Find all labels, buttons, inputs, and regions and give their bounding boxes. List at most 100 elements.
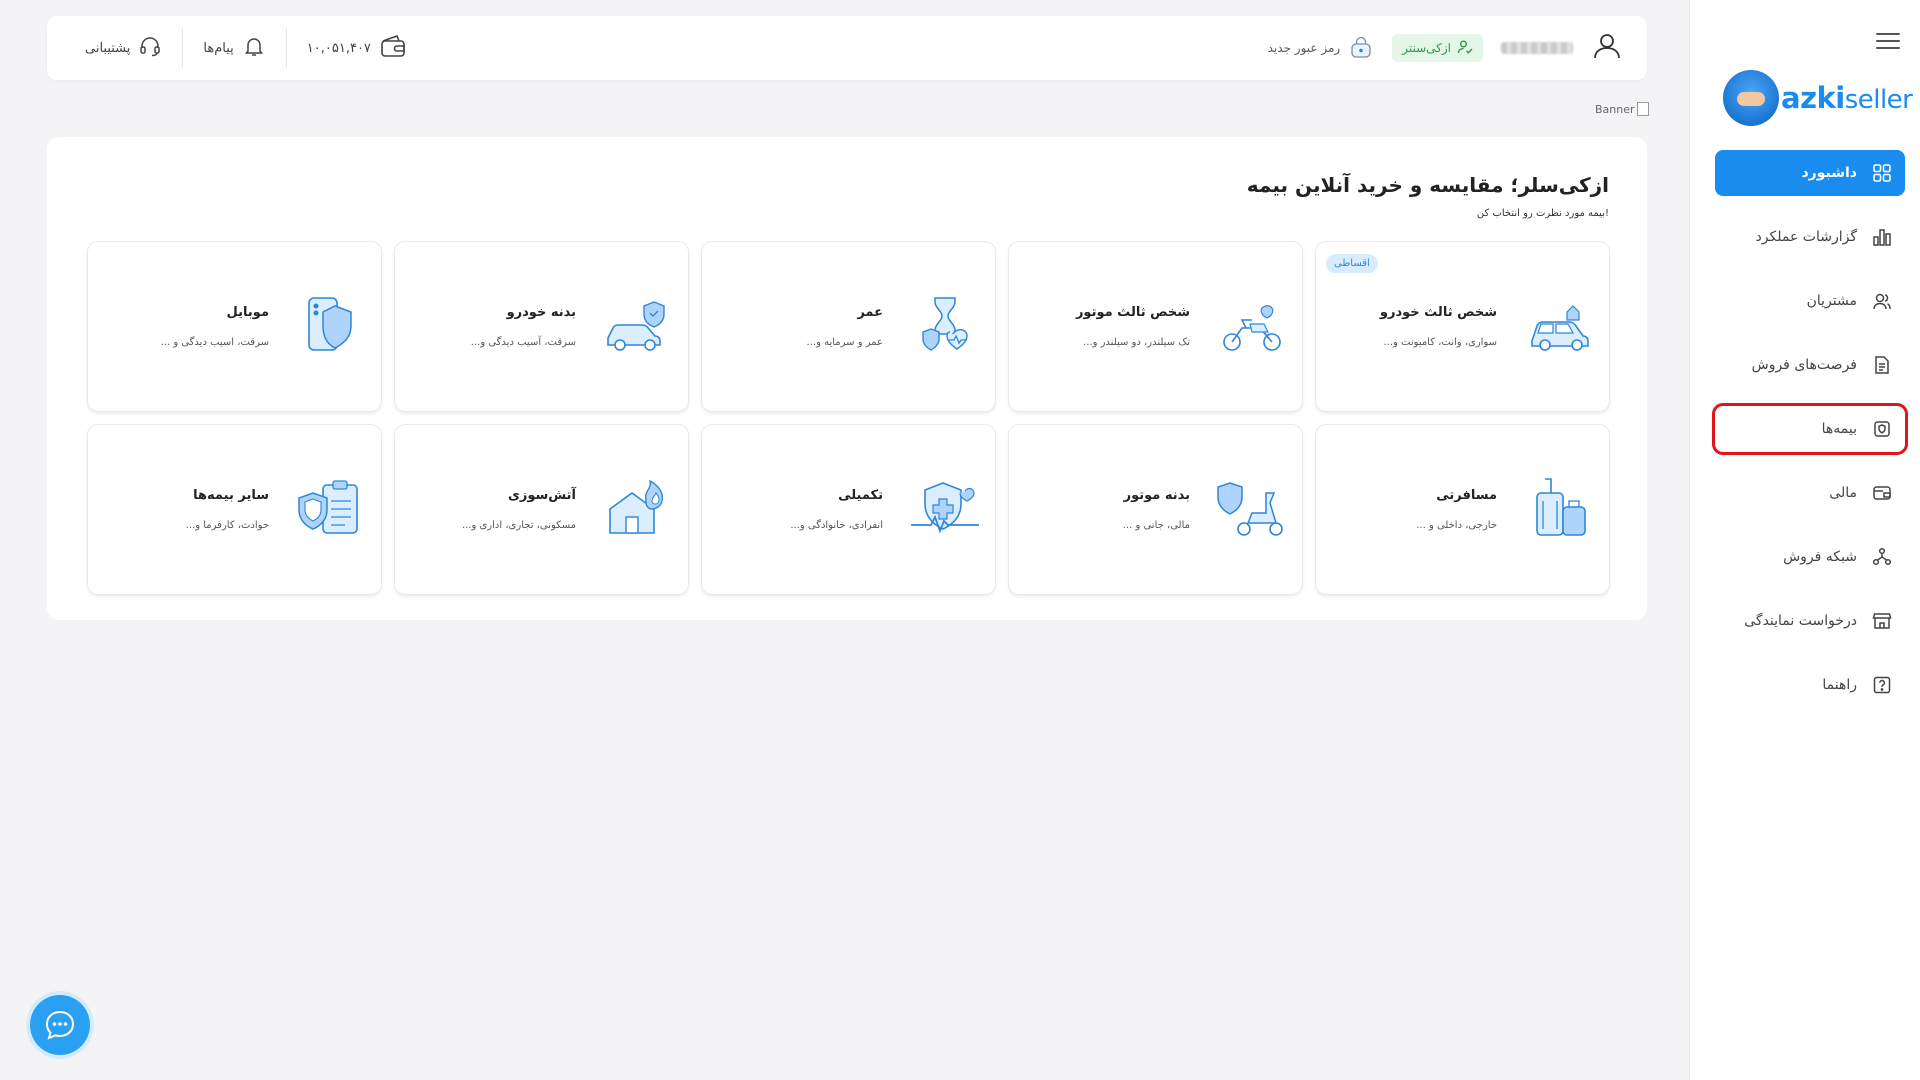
- insurance-card-motor-third-party[interactable]: شخص ثالث موتور تک سیلندر، دو سیلندر و...: [1009, 242, 1302, 411]
- network-icon: [1871, 546, 1893, 568]
- card-desc: مالی، جانی و ...: [1122, 520, 1190, 531]
- sidebar-item-insurances[interactable]: بیمه‌ها: [1712, 403, 1908, 455]
- insurance-card-mobile[interactable]: موبایل سرقت، اسیب دیدگی و ...: [88, 242, 381, 411]
- card-title: تکمیلی: [838, 488, 883, 503]
- card-title: آتش‌سوزی: [507, 488, 576, 503]
- messages-button[interactable]: پیام‌ها: [183, 28, 285, 68]
- card-desc: خارجی، داخلی و ...: [1416, 520, 1497, 531]
- sidebar-item-label: فرصت‌های فروش: [1751, 357, 1857, 373]
- insurance-icon: [1871, 418, 1893, 440]
- fire-house-icon: [609, 479, 664, 534]
- page-subtitle: بیمه مورد نظرت رو انتخاب کن!: [1476, 208, 1609, 219]
- insurance-card-life[interactable]: عمر عمر و سرمایه و...: [702, 242, 995, 411]
- card-title: سایر بیمه‌ها: [193, 488, 269, 503]
- chat-icon: [45, 1010, 75, 1040]
- sidebar-item-label: درخواست نمایندگی: [1744, 613, 1857, 629]
- support-button[interactable]: پشتیبانی: [65, 28, 182, 68]
- installment-badge: اقساطی: [1326, 254, 1378, 273]
- card-title: موبایل: [226, 305, 269, 320]
- store-icon: [1871, 610, 1893, 632]
- wallet-icon: [379, 33, 407, 63]
- lock-icon: [1348, 34, 1374, 63]
- document-icon: [1871, 354, 1893, 376]
- banner-alt-text: Banner: [1595, 102, 1635, 116]
- sidebar-item-dashboard[interactable]: داشبورد: [1715, 150, 1905, 196]
- logo[interactable]: azkiseller: [1723, 68, 1913, 128]
- insurance-card-car-body[interactable]: بدنه خودرو سرقت، آسیب دیدگی و...: [395, 242, 688, 411]
- sidebar-item-agency-request[interactable]: درخواست نمایندگی: [1715, 598, 1905, 644]
- life-icon: [922, 297, 968, 351]
- card-title: شخص ثالث موتور: [1075, 305, 1190, 320]
- health-icon: [911, 482, 979, 534]
- bell-icon: [242, 34, 266, 62]
- sidebar-item-label: مشتریان: [1806, 293, 1857, 309]
- azki-center-label: ازکی‌سنتر: [1402, 41, 1451, 55]
- card-title: بدنه خودرو: [506, 305, 576, 320]
- motorcycle-icon: [1223, 305, 1281, 351]
- user-icon[interactable]: [1591, 30, 1623, 66]
- messages-label: پیام‌ها: [203, 40, 234, 56]
- sidebar-item-label: شبکه فروش: [1783, 549, 1857, 565]
- new-password-label: رمز عبور جدید: [1267, 41, 1341, 55]
- insurance-selection-panel: ازکی‌سلر؛ مقایسه و خرید آنلاین بیمه بیمه…: [47, 137, 1647, 620]
- sidebar-item-label: راهنما: [1822, 677, 1857, 693]
- headset-icon: [138, 34, 162, 62]
- users-icon: [1871, 290, 1893, 312]
- card-desc: سرقت، اسیب دیدگی و ...: [160, 337, 269, 348]
- car-icon: [1531, 305, 1589, 351]
- card-title: مسافرتی: [1436, 488, 1497, 503]
- sidebar: azkiseller داشبورد گزارشات عملکرد مشتریا…: [1689, 0, 1920, 1080]
- sidebar-item-finance[interactable]: مالی: [1715, 470, 1905, 516]
- sidebar-item-customers[interactable]: مشتریان: [1715, 278, 1905, 324]
- sidebar-item-label: گزارشات عملکرد: [1755, 229, 1857, 245]
- dashboard-icon: [1871, 162, 1893, 184]
- page-title: ازکی‌سلر؛ مقایسه و خرید آنلاین بیمه: [1246, 173, 1609, 197]
- clipboard-shield-icon: [298, 480, 358, 534]
- support-label: پشتیبانی: [85, 40, 131, 56]
- card-desc: انفرادی، خانوادگی و...: [790, 520, 883, 531]
- broken-image-icon: [1636, 102, 1649, 116]
- insurance-grid: اقساطی شخص ثالث خودرو سواری، وانت، کامیو…: [87, 242, 1609, 594]
- sidebar-item-label: بیمه‌ها: [1821, 421, 1857, 437]
- card-desc: سواری، وانت، کامیونت و...: [1383, 337, 1498, 348]
- card-desc: مسکونی، تجاری، اداری و...: [461, 520, 576, 531]
- logo-text: azkiseller: [1781, 81, 1913, 115]
- insurance-card-motor-body[interactable]: بدنه موتور مالی، جانی و ...: [1009, 425, 1302, 594]
- chart-icon: [1871, 226, 1893, 248]
- card-desc: حوادث، کارفرما و...: [185, 520, 269, 531]
- banner-image[interactable]: Banner: [1595, 102, 1649, 116]
- phone-icon: [308, 297, 352, 351]
- card-title: بدنه موتور: [1123, 488, 1190, 503]
- help-icon: [1871, 674, 1893, 696]
- user-check-icon: [1457, 39, 1473, 58]
- car-shield-icon: [607, 301, 665, 351]
- sidebar-item-opportunities[interactable]: فرصت‌های فروش: [1715, 342, 1905, 388]
- insurance-card-car-third-party[interactable]: اقساطی شخص ثالث خودرو سواری، وانت، کامیو…: [1316, 242, 1609, 411]
- sidebar-item-help[interactable]: راهنما: [1715, 662, 1905, 708]
- sidebar-item-label: داشبورد: [1801, 165, 1858, 181]
- sidebar-item-reports[interactable]: گزارشات عملکرد: [1715, 214, 1905, 260]
- sidebar-item-label: مالی: [1829, 485, 1857, 501]
- wallet-balance: ۱۰,۰۵۱,۴۰۷: [306, 40, 371, 56]
- card-title: عمر: [857, 305, 883, 320]
- scooter-shield-icon: [1217, 482, 1283, 536]
- wallet-icon: [1871, 482, 1893, 504]
- insurance-card-other[interactable]: سایر بیمه‌ها حوادث، کارفرما و...: [88, 425, 381, 594]
- card-desc: سرقت، آسیب دیدگی و...: [470, 337, 576, 348]
- card-desc: تک سیلندر، دو سیلندر و...: [1083, 337, 1190, 348]
- insurance-card-fire[interactable]: آتش‌سوزی مسکونی، تجاری، اداری و...: [395, 425, 688, 594]
- menu-toggle-icon[interactable]: [1876, 30, 1900, 50]
- wallet-button[interactable]: ۱۰,۰۵۱,۴۰۷: [287, 28, 427, 68]
- new-password-button[interactable]: رمز عبور جدید: [1268, 34, 1375, 63]
- sidebar-item-sales-network[interactable]: شبکه فروش: [1715, 534, 1905, 580]
- card-title: شخص ثالث خودرو: [1379, 305, 1497, 320]
- top-bar: پشتیبانی پیام‌ها ۱۰,۰۵۱,۴۰۷ رمز عبور جدی…: [47, 16, 1647, 80]
- logo-mascot-icon: [1723, 70, 1779, 126]
- username-blurred: [1501, 42, 1573, 54]
- insurance-card-travel[interactable]: مسافرتی خارجی، داخلی و ...: [1316, 425, 1609, 594]
- insurance-card-supplementary[interactable]: تکمیلی انفرادی، خانوادگی و...: [702, 425, 995, 594]
- azki-center-button[interactable]: ازکی‌سنتر: [1392, 34, 1483, 62]
- chat-button[interactable]: [30, 995, 90, 1055]
- card-desc: عمر و سرمایه و...: [806, 337, 883, 348]
- sidebar-nav: داشبورد گزارشات عملکرد مشتریان فرصت‌های …: [1712, 150, 1908, 726]
